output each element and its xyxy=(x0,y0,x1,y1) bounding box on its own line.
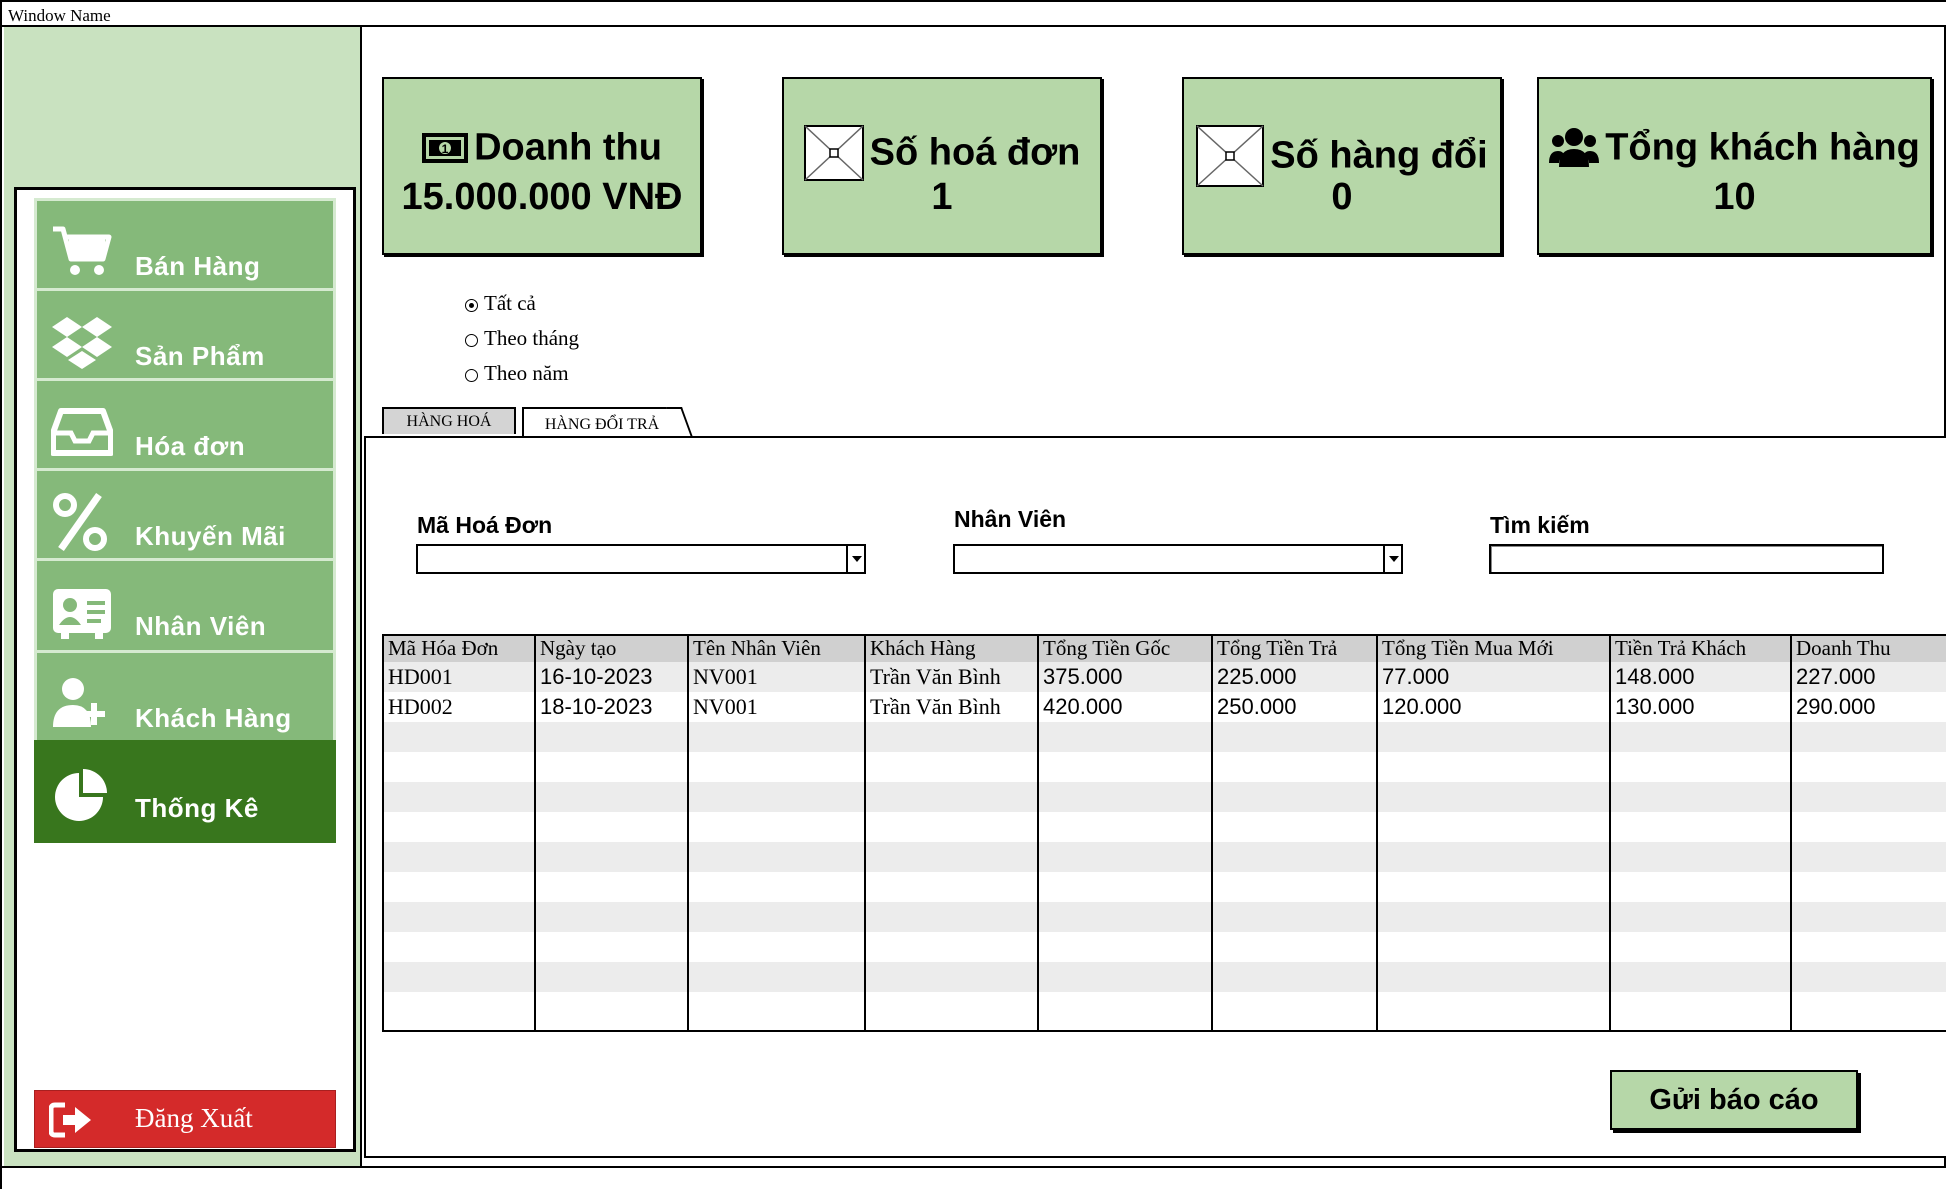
logout-button[interactable]: Đăng Xuất xyxy=(34,1090,336,1148)
table-cell: 18-10-2023 xyxy=(540,694,653,719)
search-input[interactable] xyxy=(1489,544,1884,574)
column-header[interactable]: Tên Nhân Viên xyxy=(689,636,821,662)
table-cell: HD001 xyxy=(388,664,453,689)
pie-chart-icon xyxy=(55,769,107,821)
user-plus-icon xyxy=(53,678,105,727)
sidebar-item-khach-hang[interactable]: Khách Hàng xyxy=(34,650,336,753)
image-placeholder-icon xyxy=(803,125,864,181)
stat-title: Số hoá đơn xyxy=(869,131,1081,174)
employee-select[interactable] xyxy=(953,544,1403,574)
chevron-down-icon[interactable] xyxy=(1383,546,1401,572)
table-row[interactable]: HD002 18-10-2023 NV001 Trần Văn Bình 420… xyxy=(384,692,1946,722)
status-bar xyxy=(2,1166,1946,1189)
sidebar-item-nhan-vien[interactable]: Nhân Viên xyxy=(34,558,336,661)
tab-hang-hoa[interactable]: HÀNG HOÁ xyxy=(382,407,516,434)
column-header[interactable]: Tổng Tiền Gốc xyxy=(1039,636,1170,662)
sidebar-item-thong-ke[interactable]: Thống Kê xyxy=(34,740,336,843)
sidebar-item-label: Nhân Viên xyxy=(135,611,267,641)
stat-card-revenue: 1 Doanh thu 15.000.000 VNĐ xyxy=(382,77,702,255)
stat-card-invoice-count: Số hoá đơn 1 xyxy=(782,77,1102,255)
stat-card-customer-count: Tổng khách hàng 10 xyxy=(1537,77,1932,255)
sidebar-item-san-pham[interactable]: Sản Phẩm xyxy=(34,288,336,391)
table-cell: NV001 xyxy=(693,694,758,719)
sidebar: Bán Hàng Sản Phẩm Hóa đơn Khuyến Mãi Nhâ… xyxy=(4,27,362,1166)
exchange-table: Mã Hóa Đơn Ngày tạo Tên Nhân Viên Khách … xyxy=(382,634,1946,1032)
stat-title: Tổng khách hàng xyxy=(1605,126,1920,169)
stat-value: 0 xyxy=(1331,176,1353,218)
sidebar-item-ban-hang[interactable]: Bán Hàng xyxy=(34,198,336,301)
column-header[interactable]: Doanh Thu xyxy=(1792,636,1891,662)
table-cell: 16-10-2023 xyxy=(540,664,653,689)
radio-label: Theo năm xyxy=(484,361,569,385)
radio-label: Tất cả xyxy=(484,291,536,315)
sidebar-item-label: Thống Kê xyxy=(135,793,259,823)
sidebar-item-khuyen-mai[interactable]: Khuyến Mãi xyxy=(34,468,336,571)
stat-value: 1 xyxy=(931,176,953,218)
sidebar-nav: Bán Hàng Sản Phẩm Hóa đơn Khuyến Mãi Nhâ… xyxy=(14,187,356,1152)
dropbox-icon xyxy=(52,317,112,369)
sign-out-icon xyxy=(49,1102,91,1138)
cart-icon xyxy=(53,226,112,275)
table-header-row: Mã Hóa Đơn Ngày tạo Tên Nhân Viên Khách … xyxy=(384,636,1946,662)
search-label: Tìm kiếm xyxy=(1490,512,1590,538)
table-cell: 120.000 xyxy=(1382,694,1462,719)
sidebar-item-label: Bán Hàng xyxy=(135,251,261,281)
stat-value: 10 xyxy=(1713,176,1756,218)
table-cell: 250.000 xyxy=(1217,694,1297,719)
stat-title: Số hàng đổi xyxy=(1270,134,1488,177)
employee-label: Nhân Viên xyxy=(954,506,1067,532)
money-bill-icon: 1 xyxy=(422,132,469,163)
table-cell: HD002 xyxy=(388,694,453,719)
sidebar-item-label: Khách Hàng xyxy=(135,703,292,733)
main-content: 1 Doanh thu 15.000.000 VNĐ Số hoá đơn 1 xyxy=(362,27,1946,1166)
tab-hang-doi-tra[interactable]: HÀNG ĐỔI TRẢ xyxy=(522,407,682,438)
invoice-code-label: Mã Hoá Đơn xyxy=(417,512,553,538)
column-header[interactable]: Tổng Tiền Trả xyxy=(1213,636,1337,662)
column-header[interactable]: Khách Hàng xyxy=(866,636,976,662)
table-row[interactable]: HD001 16-10-2023 NV001 Trần Văn Bình 375… xyxy=(384,662,1946,692)
percent-icon xyxy=(53,493,107,551)
table-cell: 77.000 xyxy=(1382,664,1450,689)
invoice-code-select[interactable] xyxy=(416,544,866,574)
column-header[interactable]: Tiền Trả Khách xyxy=(1611,636,1746,662)
id-card-icon xyxy=(53,589,111,639)
sidebar-item-label: Khuyến Mãi xyxy=(135,521,286,551)
inbox-icon xyxy=(51,408,113,456)
svg-text:1: 1 xyxy=(442,142,449,156)
stat-card-exchange-count: Số hàng đổi 0 xyxy=(1182,77,1502,255)
title-bar: Window Name xyxy=(2,2,1946,27)
table-cell: 225.000 xyxy=(1217,664,1297,689)
app-window: Window Name Bán Hàng Sản Phẩm Hóa đơn Kh… xyxy=(0,0,1946,1189)
table-cell: 290.000 xyxy=(1796,694,1876,719)
table-cell: NV001 xyxy=(693,664,758,689)
table-cell: Trần Văn Bình xyxy=(870,664,1001,689)
table-cell: 227.000 xyxy=(1796,664,1876,689)
radio-button-checked[interactable] xyxy=(465,299,478,312)
stat-value: 15.000.000 VNĐ xyxy=(401,176,683,218)
sidebar-item-hoa-don[interactable]: Hóa đơn xyxy=(34,378,336,481)
column-header[interactable]: Mã Hóa Đơn xyxy=(384,636,498,662)
table-cell: 375.000 xyxy=(1043,664,1123,689)
table-cell: Trần Văn Bình xyxy=(870,694,1001,719)
table-cell: 148.000 xyxy=(1615,664,1695,689)
window-title: Window Name xyxy=(8,6,111,25)
stat-title: Doanh thu xyxy=(474,126,662,169)
send-report-button[interactable]: Gửi báo cáo xyxy=(1610,1070,1858,1130)
sidebar-item-label: Hóa đơn xyxy=(135,431,246,461)
column-header[interactable]: Ngày tạo xyxy=(536,636,616,662)
logout-label: Đăng Xuất xyxy=(135,1103,253,1133)
radio-button[interactable] xyxy=(465,334,478,347)
sidebar-item-label: Sản Phẩm xyxy=(135,341,265,371)
table-cell: 130.000 xyxy=(1615,694,1695,719)
table-cell: 420.000 xyxy=(1043,694,1123,719)
users-icon xyxy=(1549,127,1600,167)
radio-label: Theo tháng xyxy=(484,326,580,350)
radio-button[interactable] xyxy=(465,369,478,382)
column-header[interactable]: Tổng Tiền Mua Mới xyxy=(1378,636,1554,662)
chevron-down-icon[interactable] xyxy=(846,546,864,572)
